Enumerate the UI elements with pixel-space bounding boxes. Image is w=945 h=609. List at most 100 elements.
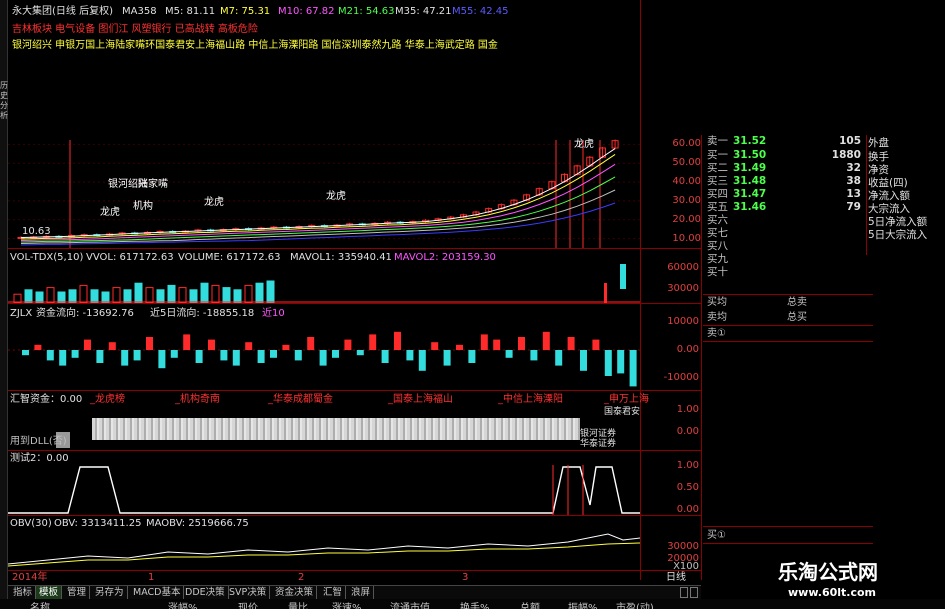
bid-volume: 79	[846, 201, 861, 213]
volume-bar	[90, 289, 99, 303]
tab-huizhi[interactable]: 汇智	[320, 586, 347, 599]
col-pe[interactable]: 市盈(动)	[616, 599, 654, 609]
sell-one-circle: 卖①	[707, 328, 726, 339]
chart-annotation: 机构	[133, 199, 153, 212]
vol-tick-1: 60000	[667, 262, 699, 273]
tab-langping[interactable]: 浪屏	[348, 586, 375, 599]
zjlx-bar	[555, 350, 563, 366]
huizhi-label-5: _中信上海溧阳	[498, 394, 563, 405]
sep-main	[8, 248, 701, 249]
chart-annotation: 龙虎	[204, 195, 224, 208]
zjlx-bar	[282, 344, 290, 350]
stock-title: 永大集团(日线 后复权)	[12, 6, 113, 17]
tab-template[interactable]: 模板	[36, 586, 63, 599]
main-axis: 60.00 50.00 40.00 30.00 20.00 10.00	[641, 135, 701, 248]
test2-tick-2: 0.50	[676, 482, 699, 493]
zjlx-flow: 资金流向: -13692.76	[36, 308, 134, 319]
bid-price: 31.46	[733, 201, 767, 213]
zjlx-bar	[59, 350, 67, 366]
col-change-pct[interactable]: 涨幅%	[168, 599, 198, 609]
zjlx-bar	[270, 350, 277, 358]
ask1-label: 卖一	[707, 135, 728, 147]
main-chart[interactable]: 银河绍兴陆家嘴龙虎机构 龙虎龙虎龙虎	[8, 135, 640, 248]
bid-price: 31.48	[733, 175, 767, 187]
zjlx-bar	[319, 350, 327, 366]
huizhi-title: 汇智资金：0.00	[10, 394, 83, 405]
main-axis-tick: 50.00	[672, 157, 701, 169]
ob-sep-1	[703, 294, 873, 295]
ask1-row: 卖一 31.52 105	[703, 135, 943, 148]
zjlx-bar	[84, 339, 91, 350]
tab-scroll-right[interactable]	[690, 587, 698, 598]
volume-bar	[211, 284, 220, 303]
total-buy-label: 总买	[787, 312, 807, 323]
volume-bar	[46, 287, 55, 303]
bid-row: 买二 31.49 32	[703, 162, 943, 175]
chart-annotation: 龙虎	[326, 189, 346, 202]
test2-tick-1: 1.00	[676, 460, 699, 471]
col-amplitude[interactable]: 振幅%	[568, 599, 598, 609]
ob-sep-2	[703, 325, 873, 326]
obv-tick-1: 30000	[667, 541, 699, 552]
chart-annotation: 龙虎	[574, 137, 594, 150]
bid-volume: 32	[846, 162, 861, 174]
zjlx-bar	[418, 350, 426, 371]
volume-bar	[57, 291, 66, 303]
zjlx-bar	[294, 350, 302, 361]
col-volume-ratio[interactable]: 量比	[288, 599, 308, 609]
zjlx-bar	[232, 350, 240, 366]
vol-chart[interactable]	[8, 264, 640, 303]
chart-annotation: 陆家嘴	[138, 177, 168, 190]
ma-m55: M55: 42.45	[452, 6, 509, 17]
zjlx-tick-1: 10000	[667, 316, 699, 327]
total-sell-label: 总卖	[787, 297, 807, 308]
zjlx-bar	[604, 350, 612, 376]
zjlx-bar	[220, 350, 228, 361]
col-speed[interactable]: 涨速%	[332, 599, 362, 609]
test2-chart[interactable]	[8, 465, 640, 515]
col-amount[interactable]: 总额	[520, 599, 540, 609]
zjlx-bar	[208, 339, 215, 350]
axis-right-border	[701, 135, 702, 580]
zjlx-chart[interactable]	[8, 320, 640, 390]
volume-bar	[167, 284, 176, 303]
zjlx-title: ZJLX	[10, 308, 33, 319]
zjlx-bar	[505, 350, 513, 358]
period-label[interactable]: 日线	[666, 572, 686, 584]
vol-title: VOL-TDX(5,10)	[10, 252, 84, 263]
ma-m35: M35: 47.21	[395, 6, 452, 17]
volume-bar	[189, 289, 198, 303]
zjlx-bar	[468, 350, 476, 363]
tab-manage[interactable]: 管理	[64, 586, 91, 599]
tab-indicator[interactable]: 指标	[10, 586, 37, 599]
huizhi-label-2: _机构奇南	[175, 394, 220, 405]
zjlx-bar	[480, 334, 488, 350]
volume-bar	[101, 291, 110, 303]
info-5d-block-inflow: 5日大宗流入	[868, 229, 928, 241]
zjlx-bar	[456, 344, 463, 350]
tab-scroll-left[interactable]	[680, 587, 688, 598]
tab-macd[interactable]: MACD基本	[130, 586, 185, 599]
col-turnover[interactable]: 换手%	[460, 599, 490, 609]
huizhi-tick-1: 1.00	[676, 404, 699, 415]
maobv-line	[8, 542, 640, 567]
col-name[interactable]: 名称	[30, 599, 50, 609]
tab-dde[interactable]: DDE决策	[182, 586, 229, 599]
obv-chart[interactable]	[8, 530, 640, 570]
huizhi-label-4: _国泰上海福山	[388, 394, 453, 405]
col-float-mcap[interactable]: 流通市值	[390, 599, 430, 609]
bid-row: 买九	[703, 253, 943, 266]
volume-bar	[112, 287, 121, 303]
zjlx-bar	[530, 350, 538, 361]
volume-bar	[156, 289, 165, 303]
col-price[interactable]: 现价	[238, 599, 258, 609]
bid-label: 买五	[707, 201, 728, 213]
tab-svp[interactable]: SVP决策	[226, 586, 271, 599]
ma-line	[20, 163, 616, 241]
date-axis-2: 1	[148, 572, 155, 583]
tab-fund[interactable]: 资金决策	[272, 586, 318, 599]
obv-value: OBV: 3313411.25	[54, 518, 142, 529]
tab-save-as[interactable]: 另存为	[92, 586, 128, 599]
watermark-title: 乐淘公式网	[778, 560, 878, 584]
buy-avg-label: 买均	[707, 297, 727, 308]
